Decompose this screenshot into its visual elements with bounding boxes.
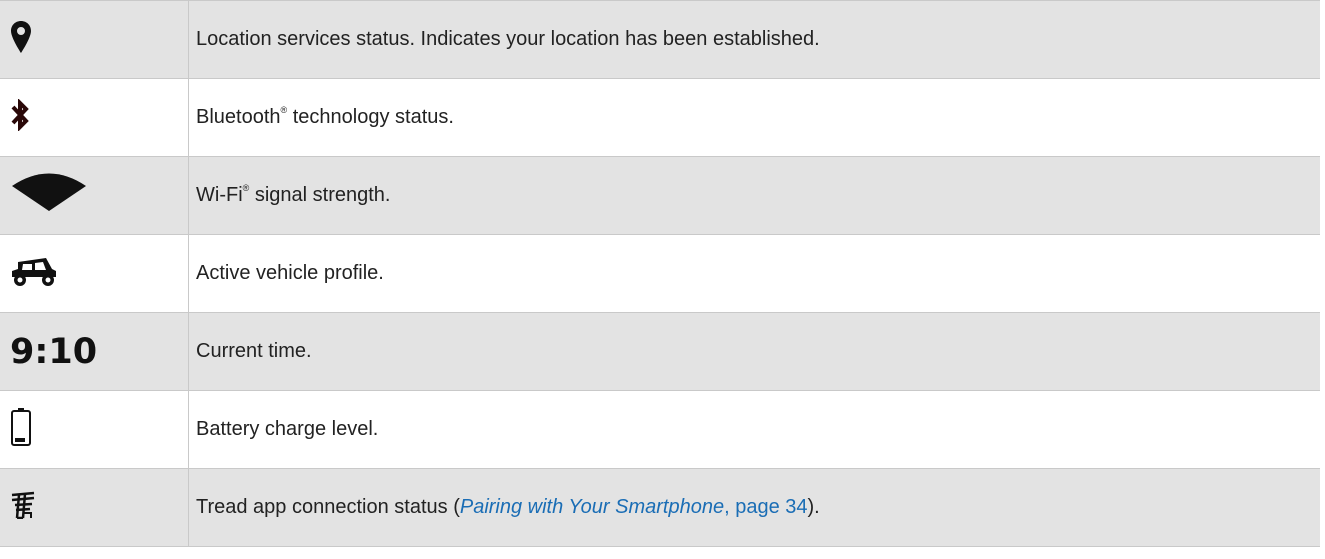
table-row: Active vehicle profile. xyxy=(0,234,1320,313)
current-time-icon: 9:10 xyxy=(10,331,98,372)
bluetooth-status-text: Bluetooth xyxy=(196,106,281,128)
tread-status-text: Tread app connection status ( xyxy=(196,496,460,518)
wifi-status-text: Wi-Fi xyxy=(196,184,243,206)
table-row: Wi-Fi® signal strength. xyxy=(0,156,1320,235)
wifi-status-text-suffix: signal strength. xyxy=(249,184,391,206)
location-status-text: Location services status. Indicates your… xyxy=(196,28,820,50)
battery-level-text: Battery charge level. xyxy=(196,418,379,440)
status-icons-table: Location services status. Indicates your… xyxy=(0,0,1320,547)
table-row: Bluetooth® technology status. xyxy=(0,78,1320,157)
bluetooth-icon xyxy=(10,98,30,136)
link-separator: , xyxy=(724,496,736,518)
description-cell: Battery charge level. xyxy=(188,390,1320,469)
page-reference-link[interactable]: page 34 xyxy=(735,496,807,518)
description-cell: Current time. xyxy=(188,312,1320,391)
tread-app-icon xyxy=(10,491,36,524)
table-row: 9:10 Current time. xyxy=(0,312,1320,391)
icon-cell xyxy=(0,390,189,469)
table-row: Location services status. Indicates your… xyxy=(0,0,1320,79)
bluetooth-status-text-suffix: technology status. xyxy=(287,106,454,128)
icon-cell xyxy=(0,78,189,157)
current-time-text: Current time. xyxy=(196,340,312,362)
description-cell: Tread app connection status (Pairing wit… xyxy=(188,468,1320,547)
table-row: Tread app connection status (Pairing wit… xyxy=(0,468,1320,547)
description-cell: Location services status. Indicates your… xyxy=(188,0,1320,79)
table-row: Battery charge level. xyxy=(0,390,1320,469)
location-pin-icon xyxy=(10,20,32,59)
tread-status-text-suffix: ). xyxy=(807,496,820,518)
vehicle-profile-text: Active vehicle profile. xyxy=(196,262,384,284)
off-road-vehicle-icon xyxy=(10,254,58,293)
pairing-smartphone-link[interactable]: Pairing with Your Smartphone xyxy=(460,496,724,518)
wifi-icon xyxy=(10,173,88,218)
icon-cell xyxy=(0,468,189,547)
description-cell: Active vehicle profile. xyxy=(188,234,1320,313)
battery-icon xyxy=(10,407,32,452)
icon-cell xyxy=(0,156,189,235)
icon-cell xyxy=(0,0,189,79)
icon-cell: 9:10 xyxy=(0,312,189,391)
description-cell: Bluetooth® technology status. xyxy=(188,78,1320,157)
description-cell: Wi-Fi® signal strength. xyxy=(188,156,1320,235)
icon-cell xyxy=(0,234,189,313)
